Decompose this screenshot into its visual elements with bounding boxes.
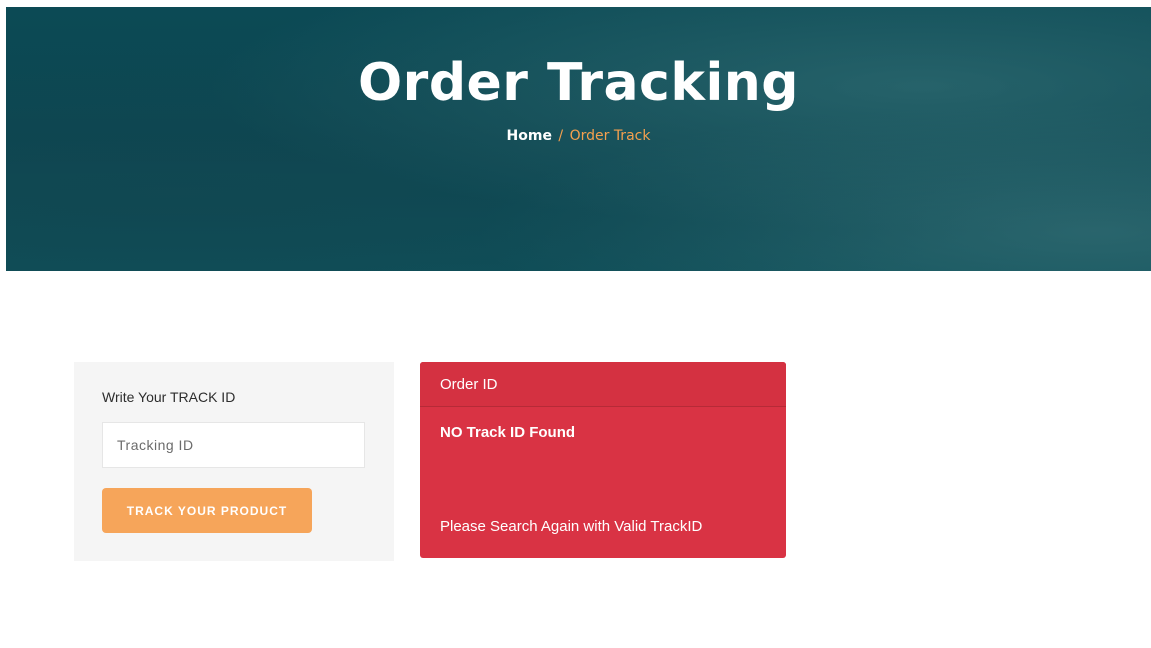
tracking-id-input[interactable] bbox=[102, 422, 365, 468]
breadcrumb: Home / Order Track bbox=[6, 126, 1151, 146]
result-header: Order ID bbox=[420, 362, 786, 407]
breadcrumb-current: Order Track bbox=[569, 128, 651, 144]
page: Order Tracking Home / Order Track Write … bbox=[0, 0, 1151, 648]
track-form: Write Your TRACK ID TRACK YOUR PRODUCT bbox=[74, 362, 394, 561]
result-message: Please Search Again with Valid TrackID bbox=[440, 518, 703, 535]
result-status: NO Track ID Found bbox=[440, 424, 576, 441]
breadcrumb-home-link[interactable]: Home bbox=[507, 128, 552, 144]
result-card: Order ID NO Track ID Found Please Search… bbox=[420, 362, 786, 558]
track-id-label: Write Your TRACK ID bbox=[102, 389, 236, 405]
page-title: Order Tracking bbox=[357, 53, 800, 113]
breadcrumb-separator: / bbox=[558, 128, 564, 144]
hero-banner: Order Tracking Home / Order Track bbox=[6, 7, 1151, 271]
track-product-button[interactable]: TRACK YOUR PRODUCT bbox=[102, 488, 312, 533]
